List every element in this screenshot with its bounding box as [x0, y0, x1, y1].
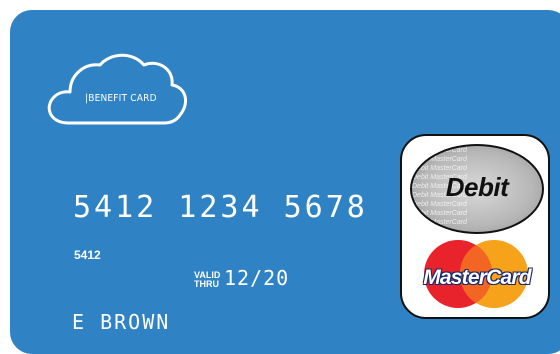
hologram: Debit MasterCard Debit MasterCard Debit … — [410, 144, 544, 234]
cardholder-name: E BROWN — [72, 310, 171, 334]
valid-thru-label: VALID THRU — [194, 270, 221, 289]
brand-label: |BENEFIT CARD — [85, 93, 157, 104]
cloud-icon — [47, 53, 188, 125]
debit-label: Debit — [445, 172, 509, 202]
card-number: 5412 1234 5678 — [73, 190, 368, 225]
mastercard-label: MasterCard — [423, 266, 531, 289]
credit-card: |BENEFIT CARD 5412 1234 5678 9010 5412 V… — [10, 10, 560, 354]
valid-thru-date: 12/20 — [224, 266, 290, 290]
card-sub-number: 5412 — [74, 248, 101, 262]
debit-mastercard-badge: Debit MasterCard Debit MasterCard Debit … — [400, 134, 550, 319]
